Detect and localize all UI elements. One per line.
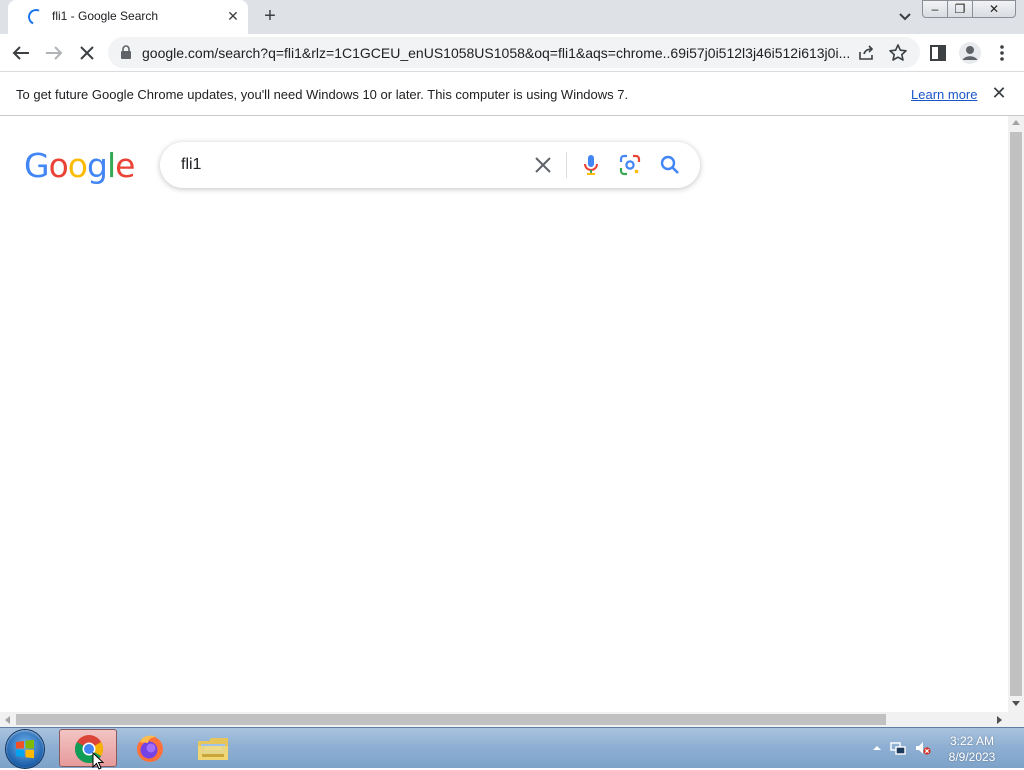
logo-letter: G: [24, 146, 50, 185]
search-input[interactable]: fli1: [181, 156, 201, 174]
clock-time: 3:22 AM: [949, 734, 995, 748]
taskbar-file-explorer[interactable]: [183, 729, 241, 767]
scroll-right-arrow-icon[interactable]: [997, 716, 1002, 724]
tab-close-button[interactable]: ✕: [224, 7, 242, 25]
side-panel-icon[interactable]: [925, 40, 951, 66]
mouse-cursor-icon: [92, 752, 105, 770]
clock-date: 8/9/2023: [948, 750, 996, 764]
taskbar-firefox[interactable]: [121, 729, 179, 767]
folder-icon: [198, 738, 228, 760]
network-icon[interactable]: [890, 740, 906, 756]
voice-search-mic-icon[interactable]: [579, 153, 603, 177]
page-content: Google fli1: [0, 116, 1008, 712]
logo-letter: o: [67, 146, 88, 185]
profile-avatar-icon[interactable]: [957, 40, 983, 66]
scroll-up-arrow-icon[interactable]: [1012, 120, 1020, 125]
forward-arrow-icon[interactable]: [41, 40, 67, 66]
share-icon[interactable]: [856, 43, 876, 63]
back-arrow-icon[interactable]: [8, 40, 34, 66]
new-tab-button[interactable]: +: [258, 5, 282, 29]
logo-letter: e: [115, 146, 135, 185]
scroll-corner: [1008, 712, 1024, 727]
infobar-close-button[interactable]: ✕: [990, 84, 1008, 102]
close-window-button[interactable]: ✕: [972, 0, 1016, 18]
vertical-scroll-thumb[interactable]: [1010, 132, 1022, 696]
url-text[interactable]: google.com/search?q=fli1&rlz=1C1GCEU_enU…: [142, 45, 852, 61]
taskbar-clock[interactable]: 3:22 AM 8/9/2023: [930, 733, 1014, 765]
menu-kebab-icon[interactable]: [989, 40, 1015, 66]
scroll-left-arrow-icon[interactable]: [5, 716, 10, 724]
tab-strip: fli1 - Google Search ✕ + – ❐ ✕: [0, 0, 1024, 34]
window-controls: – ❐ ✕: [922, 0, 1016, 18]
google-logo[interactable]: Google: [24, 146, 135, 185]
update-infobar: To get future Google Chrome updates, you…: [0, 71, 1024, 116]
volume-muted-icon[interactable]: [915, 740, 931, 756]
tab-search-chevron-icon[interactable]: [894, 6, 916, 28]
horizontal-scrollbar[interactable]: [0, 712, 1008, 727]
address-bar[interactable]: google.com/search?q=fli1&rlz=1C1GCEU_enU…: [108, 37, 920, 68]
loading-spinner-icon: [25, 6, 47, 28]
start-button[interactable]: [6, 730, 44, 768]
bookmark-star-icon[interactable]: [888, 43, 908, 63]
search-magnifier-icon[interactable]: [658, 153, 682, 177]
horizontal-scroll-thumb[interactable]: [16, 714, 886, 725]
search-box[interactable]: fli1: [160, 142, 700, 188]
scroll-down-arrow-icon[interactable]: [1012, 701, 1020, 706]
taskbar-chrome[interactable]: [59, 729, 117, 767]
lock-icon[interactable]: [120, 45, 132, 59]
tab-active[interactable]: fli1 - Google Search ✕: [8, 0, 248, 34]
restore-icon: ❐: [954, 2, 966, 16]
minimize-icon: –: [931, 2, 939, 16]
browser-toolbar: google.com/search?q=fli1&rlz=1C1GCEU_enU…: [0, 34, 1024, 71]
clear-search-icon[interactable]: [532, 154, 554, 176]
infobar-message: To get future Google Chrome updates, you…: [16, 87, 629, 102]
learn-more-link[interactable]: Learn more: [911, 87, 977, 102]
google-lens-icon[interactable]: [618, 153, 642, 177]
logo-letter: o: [48, 146, 69, 185]
stop-loading-icon[interactable]: [74, 40, 100, 66]
search-divider: [566, 152, 567, 178]
windows-logo-icon: [16, 739, 34, 759]
minimize-button[interactable]: –: [922, 0, 948, 18]
vertical-scrollbar[interactable]: [1008, 116, 1024, 712]
logo-letter: l: [106, 146, 116, 185]
windows-taskbar: 3:22 AM 8/9/2023: [0, 727, 1024, 768]
close-icon: ✕: [988, 2, 1000, 16]
restore-button[interactable]: ❐: [947, 0, 973, 18]
logo-letter: g: [86, 146, 108, 185]
firefox-icon: [137, 735, 163, 762]
show-hidden-icons-chevron-icon[interactable]: [869, 740, 885, 756]
tab-title: fli1 - Google Search: [52, 9, 159, 23]
